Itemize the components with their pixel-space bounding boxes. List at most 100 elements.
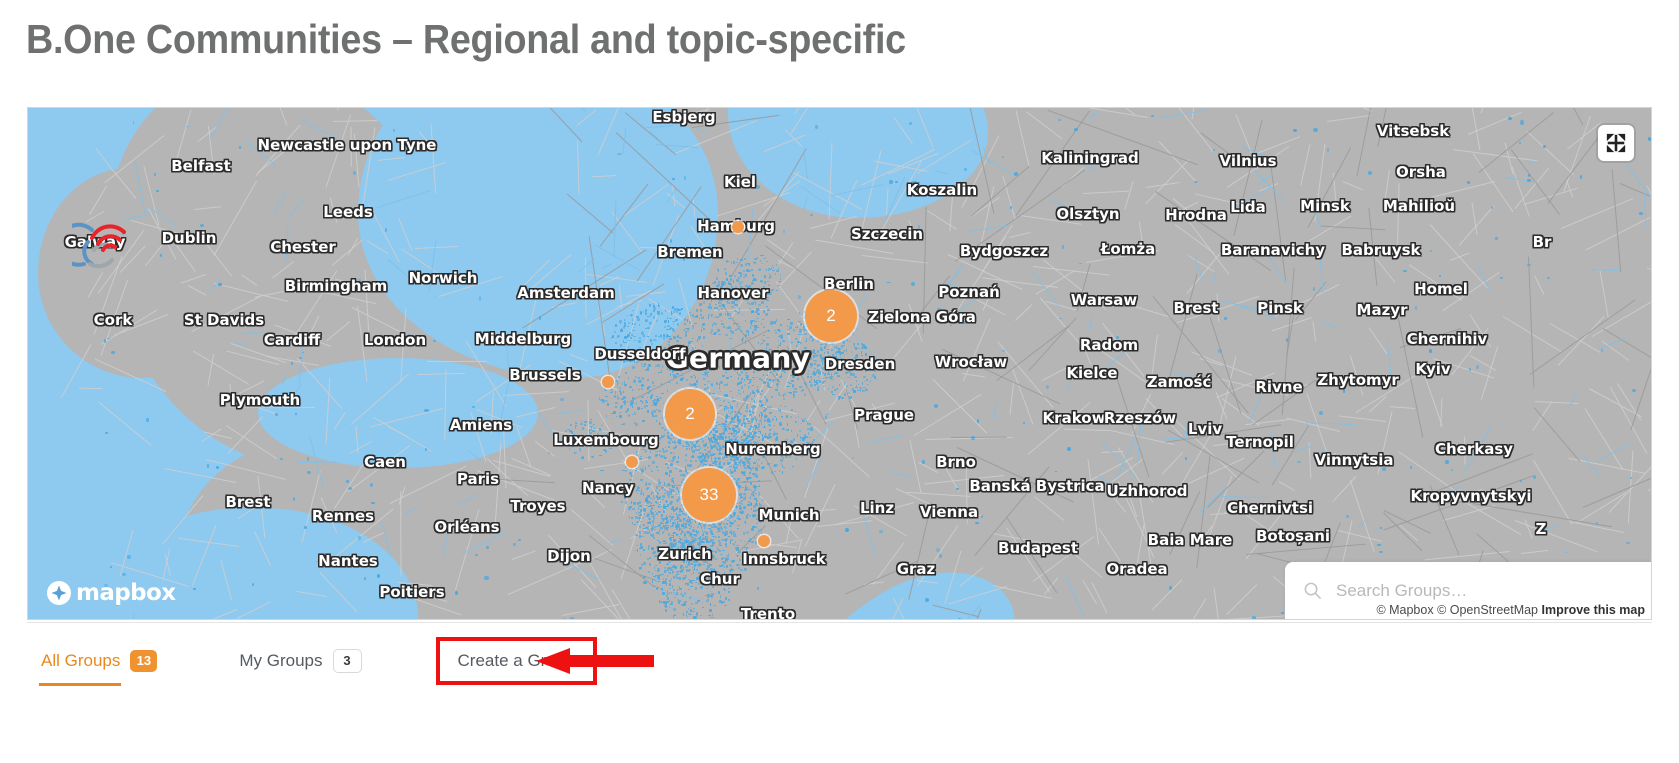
map-water-speck [1342, 389, 1345, 393]
map-urban-speck [748, 263, 750, 266]
map-urban-speck [873, 369, 876, 372]
map-urban-speck [762, 517, 764, 519]
map-urban-speck [758, 502, 760, 506]
map-urban-speck [625, 335, 629, 338]
map-urban-speck [685, 613, 687, 616]
map-urban-speck [699, 456, 702, 459]
map-urban-speck [867, 383, 869, 385]
map-urban-speck [628, 479, 632, 481]
map-urban-speck [666, 563, 669, 565]
map-urban-speck [754, 426, 756, 430]
map-urban-speck [840, 359, 844, 361]
map-urban-speck [798, 320, 802, 322]
map-urban-speck [718, 365, 720, 369]
map-urban-speck [750, 420, 754, 423]
map-urban-speck [764, 402, 767, 404]
map-urban-speck [676, 572, 678, 575]
map-urban-speck [668, 441, 672, 444]
map-urban-speck [685, 334, 687, 337]
map-urban-speck [665, 446, 666, 448]
map-urban-speck [676, 498, 679, 502]
map-urban-speck [732, 400, 735, 402]
map-urban-speck [712, 535, 716, 537]
map-urban-speck [736, 322, 740, 325]
map-urban-speck [695, 530, 698, 533]
map-urban-speck [653, 528, 657, 530]
map-urban-speck [632, 523, 636, 526]
map-urban-speck [719, 381, 723, 385]
map-urban-speck [624, 469, 627, 472]
map-urban-speck [677, 541, 680, 543]
map-vector-line [97, 400, 152, 446]
map-urban-speck [658, 529, 661, 532]
map-water-speck [1213, 149, 1215, 152]
map-urban-speck [656, 511, 659, 515]
map-urban-speck [777, 363, 781, 365]
map-urban-speck [686, 611, 688, 613]
map-urban-speck [728, 450, 730, 453]
map-urban-speck [867, 361, 871, 364]
map-urban-speck [719, 545, 722, 546]
map-urban-speck [682, 544, 684, 547]
map-canvas[interactable]: Germany Newcastle upon Tyne Belfast Leeds Ga… [28, 108, 1651, 619]
map-urban-speck [745, 394, 749, 398]
map-urban-speck [754, 279, 757, 281]
map-container[interactable]: Germany Newcastle upon Tyne Belfast Leeds Ga… [27, 107, 1652, 620]
map-urban-speck [747, 420, 750, 422]
map-water-speck [1639, 212, 1643, 215]
map-urban-speck [699, 438, 702, 441]
map-urban-speck [761, 434, 763, 437]
map-urban-speck [752, 359, 756, 361]
map-water-speck [121, 572, 126, 576]
map-urban-speck [802, 419, 806, 422]
map-urban-speck [678, 511, 681, 513]
map-water-speck [657, 481, 661, 485]
map-urban-speck [704, 388, 706, 390]
map-urban-speck [632, 335, 636, 337]
map-urban-speck [628, 350, 631, 353]
map-urban-speck [666, 567, 670, 570]
map-urban-speck [829, 360, 833, 363]
map-urban-speck [730, 455, 733, 457]
map-urban-speck [830, 391, 833, 393]
map-urban-speck [679, 592, 683, 595]
map-urban-speck [571, 437, 574, 441]
map-urban-speck [714, 557, 717, 560]
map-urban-speck [725, 326, 729, 330]
map-urban-speck [811, 372, 815, 375]
map-urban-speck [851, 364, 854, 367]
map-urban-speck [732, 441, 735, 444]
map-water-speck [478, 296, 481, 301]
map-water-speck [1252, 616, 1256, 619]
map-water-speck [425, 448, 428, 451]
map-urban-speck [738, 298, 741, 300]
map-water-speck [570, 616, 574, 619]
map-urban-speck [737, 411, 741, 414]
map-urban-speck [619, 344, 622, 348]
map-urban-speck [746, 464, 750, 468]
map-urban-speck [646, 378, 650, 381]
map-urban-speck [761, 293, 763, 295]
map-urban-speck [720, 299, 723, 302]
map-urban-speck [857, 383, 859, 385]
map-urban-speck [689, 321, 691, 324]
map-urban-speck [763, 426, 767, 428]
map-urban-speck [746, 516, 748, 519]
map-urban-speck [602, 399, 605, 403]
map-urban-speck [654, 307, 656, 310]
map-urban-speck [636, 501, 639, 505]
map-urban-speck [701, 618, 704, 619]
map-urban-speck [713, 428, 715, 431]
map-urban-speck [620, 328, 624, 332]
map-urban-speck [790, 322, 793, 325]
map-urban-speck [624, 403, 626, 405]
map-urban-speck [684, 469, 688, 472]
map-urban-speck [645, 319, 649, 322]
map-urban-speck [766, 363, 768, 367]
map-urban-speck [664, 530, 665, 532]
map-water-speck [970, 435, 975, 440]
map-water-speck [1379, 550, 1384, 553]
map-urban-speck [798, 429, 801, 432]
map-urban-speck [574, 425, 576, 429]
map-water-speck [889, 180, 893, 185]
